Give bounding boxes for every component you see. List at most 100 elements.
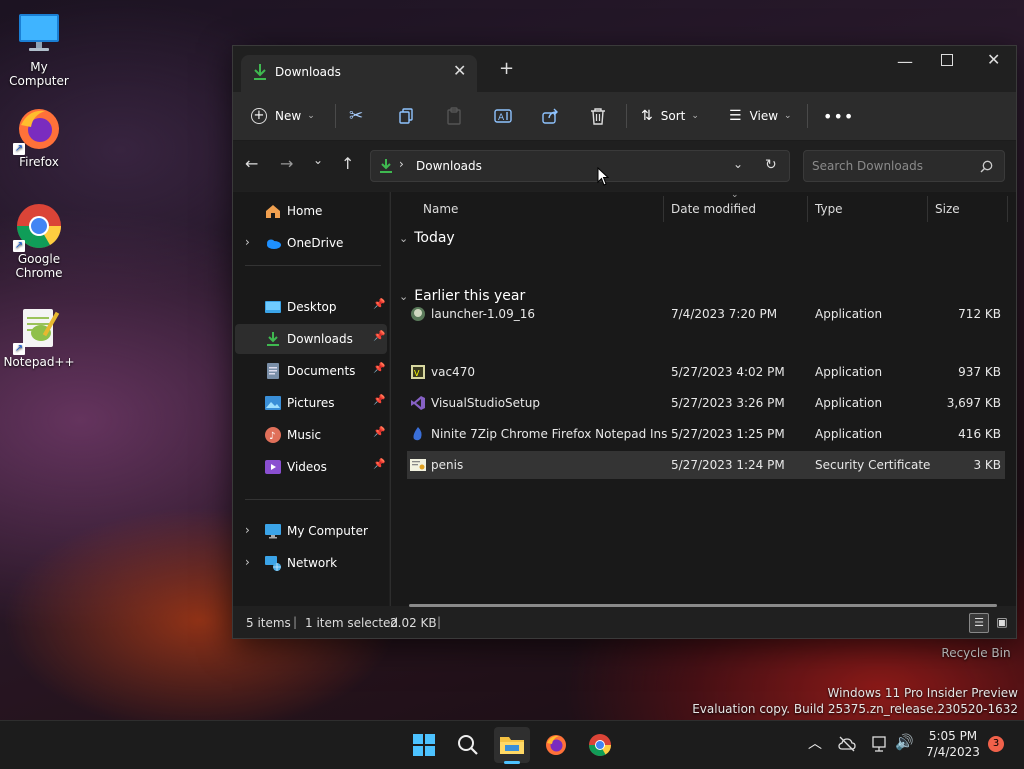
- volume-icon[interactable]: 🔊: [895, 733, 914, 751]
- breadcrumb-chevron-icon[interactable]: ›: [399, 157, 404, 171]
- details-view-icon[interactable]: ☰: [969, 613, 989, 633]
- minimize-icon[interactable]: —: [897, 52, 913, 71]
- file-explorer-window: Downloads ✕ + — ✕ + New ⌄ ✂ A ⇅ Sort ⌄ ☰…: [232, 45, 1017, 639]
- desktop-icon-firefox[interactable]: ↗ Firefox: [1, 105, 77, 169]
- collapse-chevron-icon: ⌄: [399, 289, 409, 303]
- column-header-date-modified[interactable]: Date modified: [671, 202, 756, 216]
- sidebar-item-music[interactable]: ♪ Music 📌: [235, 420, 387, 450]
- column-header-name[interactable]: Name: [423, 202, 458, 216]
- taskbar-chrome[interactable]: [582, 727, 618, 763]
- sidebar-item-pictures[interactable]: Pictures 📌: [235, 388, 387, 418]
- pin-icon[interactable]: 📌: [373, 427, 385, 438]
- file-row[interactable]: V vac470 5/27/2023 4:02 PM Application 9…: [407, 358, 1005, 386]
- desktop-icon-recycle-bin[interactable]: Recycle Bin: [938, 646, 1014, 660]
- clock[interactable]: 5:05 PM 7/4/2023: [922, 728, 984, 760]
- large-icons-view-icon[interactable]: ▣: [993, 613, 1011, 631]
- file-row[interactable]: penis 5/27/2023 1:24 PM Security Certifi…: [407, 451, 1005, 479]
- paste-icon[interactable]: [446, 102, 462, 130]
- column-header-size[interactable]: Size: [935, 202, 960, 216]
- pin-icon[interactable]: 📌: [373, 331, 385, 342]
- taskbar-firefox[interactable]: [538, 727, 574, 763]
- view-button[interactable]: ☰ View ⌄: [729, 102, 792, 130]
- network-status-icon[interactable]: [870, 735, 888, 753]
- sidebar-item-videos[interactable]: Videos 📌: [235, 452, 387, 482]
- rename-icon[interactable]: A: [494, 102, 512, 130]
- sidebar-item-onedrive[interactable]: › OneDrive: [235, 228, 387, 258]
- file-row[interactable]: VisualStudioSetup 5/27/2023 3:26 PM Appl…: [407, 389, 1005, 417]
- share-icon[interactable]: [542, 102, 560, 130]
- new-button[interactable]: + New ⌄: [251, 102, 315, 130]
- sidebar-divider: [245, 499, 381, 500]
- tab-title: Downloads: [275, 65, 341, 79]
- notification-badge[interactable]: 3: [988, 736, 1004, 752]
- file-size: 3 KB: [973, 458, 1001, 472]
- tab-close-icon[interactable]: ✕: [453, 61, 466, 80]
- taskbar: ︿ 🔊 5:05 PM 7/4/2023 3: [0, 720, 1024, 769]
- sidebar-item-network[interactable]: › Network: [235, 548, 387, 578]
- desktop-icon-google-chrome[interactable]: ↗ Google Chrome: [1, 202, 77, 280]
- address-bar[interactable]: › Downloads ⌄ ↻: [370, 150, 790, 182]
- sort-button[interactable]: ⇅ Sort ⌄: [641, 102, 699, 130]
- sidebar-item-label: Home: [287, 204, 323, 218]
- column-divider[interactable]: [927, 196, 928, 222]
- pin-icon[interactable]: 📌: [373, 299, 385, 310]
- pin-icon[interactable]: 📌: [373, 459, 385, 470]
- group-header-earlier-this-year[interactable]: ⌄ Earlier this year: [399, 288, 525, 304]
- sidebar-item-my-computer[interactable]: › My Computer: [235, 516, 387, 546]
- column-divider[interactable]: [807, 196, 808, 222]
- tray-overflow-chevron-icon[interactable]: ︿: [808, 733, 822, 753]
- cut-icon[interactable]: ✂: [349, 102, 363, 130]
- forward-arrow-icon[interactable]: →: [280, 154, 293, 173]
- sidebar-item-desktop[interactable]: Desktop 📌: [235, 292, 387, 322]
- recent-locations-chevron-icon[interactable]: ⌄: [313, 153, 323, 167]
- close-window-icon[interactable]: ✕: [987, 50, 1000, 69]
- search-icon[interactable]: [980, 160, 993, 173]
- sidebar-divider: [245, 265, 381, 266]
- delete-icon[interactable]: [590, 102, 606, 130]
- tab-downloads[interactable]: Downloads ✕: [241, 55, 477, 92]
- group-header-today[interactable]: ⌄ Today: [399, 230, 455, 246]
- firefox-icon: [546, 735, 566, 755]
- expand-chevron-icon[interactable]: ›: [245, 523, 257, 539]
- search-taskbar-button[interactable]: [450, 727, 486, 763]
- file-row[interactable]: Ninite 7Zip Chrome Firefox Notepad Inst.…: [407, 420, 1005, 448]
- address-dropdown-chevron-icon[interactable]: ⌄: [733, 157, 743, 171]
- maximize-icon[interactable]: [941, 54, 953, 66]
- desktop-icon-label: Firefox: [19, 155, 59, 169]
- windows-watermark-line1: Windows 11 Pro Insider Preview: [827, 686, 1018, 700]
- pin-icon[interactable]: 📌: [373, 363, 385, 374]
- file-row[interactable]: launcher-1.09_16 7/4/2023 7:20 PM Applic…: [407, 300, 1005, 328]
- desktop-icon-notepadpp[interactable]: ↗ Notepad++: [1, 305, 77, 369]
- search-box[interactable]: [803, 150, 1005, 182]
- status-divider: |: [437, 615, 442, 629]
- taskbar-file-explorer[interactable]: [494, 727, 530, 764]
- expand-chevron-icon[interactable]: ›: [245, 235, 257, 251]
- onedrive-offline-icon[interactable]: [838, 736, 856, 752]
- clock-date: 7/4/2023: [926, 745, 980, 759]
- refresh-icon[interactable]: ↻: [765, 157, 777, 173]
- desktop-icon-my-computer[interactable]: My Computer: [1, 10, 77, 88]
- file-type: Application: [815, 307, 883, 321]
- up-arrow-icon[interactable]: ↑: [341, 154, 354, 173]
- view-lines-icon: ☰: [729, 108, 742, 124]
- expand-chevron-icon[interactable]: ›: [245, 555, 257, 571]
- chevron-down-icon: ⌄: [691, 111, 699, 121]
- sidebar-item-label: Pictures: [287, 396, 335, 410]
- column-header-type[interactable]: Type: [815, 202, 843, 216]
- new-tab-icon[interactable]: +: [499, 58, 514, 79]
- start-button[interactable]: [406, 727, 442, 763]
- sidebar-item-home[interactable]: Home: [235, 196, 387, 226]
- shortcut-arrow-icon: ↗: [13, 143, 25, 155]
- column-divider[interactable]: [1007, 196, 1008, 222]
- search-input[interactable]: [812, 157, 972, 175]
- copy-icon[interactable]: [398, 102, 414, 130]
- more-options-icon[interactable]: •••: [823, 102, 854, 130]
- pin-icon[interactable]: 📌: [373, 395, 385, 406]
- back-arrow-icon[interactable]: ←: [245, 154, 258, 173]
- sidebar-item-documents[interactable]: Documents 📌: [235, 356, 387, 386]
- vac-app-icon: V: [411, 365, 425, 379]
- breadcrumb-downloads[interactable]: Downloads: [416, 159, 482, 173]
- column-divider[interactable]: [663, 196, 664, 222]
- download-arrow-icon: [254, 64, 266, 80]
- sidebar-item-downloads[interactable]: Downloads 📌: [235, 324, 387, 354]
